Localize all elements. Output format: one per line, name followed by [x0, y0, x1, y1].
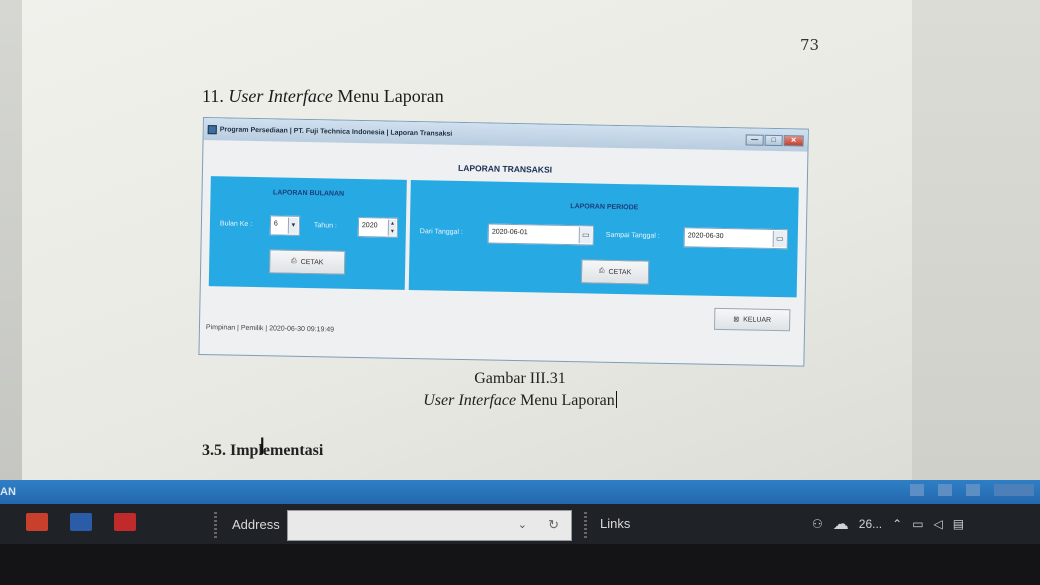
period-report-panel: LAPORAN PERIODE Dari Tanggal : 2020-06-0… [408, 180, 799, 298]
powerpoint-icon[interactable] [26, 513, 48, 531]
pdf-icon[interactable] [114, 513, 136, 531]
links-label[interactable]: Links [600, 516, 630, 531]
toolbar-separator [584, 512, 587, 538]
monthly-report-panel: LAPORAN BULANAN Bulan Ke : 6 ▼ Tahun : 2… [208, 176, 407, 290]
address-input[interactable]: ⌄ ↻ [287, 510, 572, 541]
year-label: Tahun : [313, 222, 337, 230]
view-icon[interactable] [966, 484, 980, 496]
chevron-down-icon[interactable]: ▼ [287, 217, 299, 234]
taskbar: Address ⌄ ↻ Links ⚇ ☁ 26... ⌃ ▭ ◁ ▤ [0, 504, 1040, 544]
toolbar-separator [214, 512, 217, 538]
window-title: Program Persediaan | PT. Fuji Technica I… [219, 125, 453, 138]
chevron-down-icon[interactable]: ⌄ [518, 518, 527, 531]
address-label: Address [232, 517, 280, 532]
to-date-label: Sampai Tanggal : [605, 231, 660, 240]
chevron-up-icon[interactable]: ⌃ [892, 517, 902, 531]
caption-line-2: User Interface Menu Laporan [380, 391, 660, 410]
exit-button[interactable]: ⊠ KELUAR [714, 307, 791, 332]
volume-icon[interactable]: ◁ [934, 517, 943, 531]
month-label: Bulan Ke : [219, 220, 253, 228]
status-text: Pimpinan | Pemilik | 2020-06-30 09:19:49 [205, 324, 335, 334]
printer-icon: ⎙ [598, 267, 605, 275]
month-select[interactable]: 6 ▼ [269, 215, 301, 236]
window-status-bar: AN [0, 480, 1040, 504]
ibeam-cursor-icon: I [259, 435, 266, 460]
window-controls: — □ ✕ [745, 133, 804, 147]
figure-heading: 11. User Interface Menu Laporan [202, 86, 444, 107]
right-gutter [910, 0, 1040, 480]
language-icon[interactable]: ▤ [953, 517, 964, 531]
from-date-label: Dari Tanggal : [419, 228, 463, 237]
exit-icon: ⊠ [733, 316, 740, 324]
monthly-print-button[interactable]: ⎙ CETAK [269, 249, 346, 275]
people-icon[interactable]: ⚇ [812, 517, 823, 531]
to-date-value: 2020-06-30 [687, 232, 724, 241]
calendar-icon[interactable]: ▭ [772, 230, 786, 248]
report-window: Program Persediaan | PT. Fuji Technica I… [198, 117, 809, 367]
from-date-value: 2020-06-01 [491, 228, 528, 237]
period-panel-title: LAPORAN PERIODE [570, 203, 639, 212]
caption-rest: Menu Laporan [520, 392, 615, 409]
month-value: 6 [273, 220, 278, 228]
page-number: 73 [800, 36, 820, 54]
temperature-text[interactable]: 26... [859, 517, 882, 531]
period-print-label: CETAK [608, 268, 632, 276]
heading-rest: Menu Laporan [337, 86, 444, 106]
left-gutter [0, 0, 22, 480]
status-bar-label: AN [0, 486, 16, 498]
calendar-icon[interactable]: ▭ [578, 227, 592, 244]
period-print-button[interactable]: ⎙ CETAK [580, 259, 650, 285]
cloud-weather-icon[interactable]: ☁ [833, 514, 849, 534]
text-cursor [615, 391, 617, 408]
spinner-arrows-icon[interactable]: ▲ ▼ [387, 219, 397, 236]
year-value: 2020 [361, 222, 378, 230]
screen: 73 11. User Interface Menu Laporan Progr… [0, 0, 1040, 585]
monthly-panel-title: LAPORAN BULANAN [272, 189, 345, 198]
heading-italic: User Interface [228, 86, 333, 106]
refresh-icon[interactable]: ↻ [548, 517, 559, 533]
word-icon[interactable] [70, 513, 92, 531]
minimize-button[interactable]: — [745, 133, 764, 146]
system-tray: ⚇ ☁ 26... ⌃ ▭ ◁ ▤ [812, 514, 964, 534]
year-spinner[interactable]: 2020 ▲ ▼ [357, 216, 399, 238]
printer-icon: ⎙ [290, 257, 297, 265]
caption-line-1: Gambar III.31 [474, 370, 566, 387]
view-icon[interactable] [910, 484, 924, 496]
maximize-button[interactable]: □ [764, 134, 783, 146]
zoom-slider[interactable] [994, 484, 1034, 496]
view-buttons [910, 484, 1034, 496]
caption-italic: User Interface [423, 392, 517, 409]
view-icon[interactable] [938, 484, 952, 496]
screen-bezel [0, 544, 1040, 585]
to-date-field[interactable]: 2020-06-30 ▭ [683, 227, 788, 250]
app-icon [207, 124, 217, 134]
heading-number: 11. [202, 86, 224, 106]
report-heading: LAPORAN TRANSAKSI [457, 162, 553, 175]
monthly-print-label: CETAK [300, 258, 324, 266]
from-date-field[interactable]: 2020-06-01 ▭ [487, 223, 594, 246]
network-icon[interactable]: ▭ [912, 517, 923, 531]
exit-label: KELUAR [743, 315, 772, 324]
close-button[interactable]: ✕ [783, 134, 804, 147]
